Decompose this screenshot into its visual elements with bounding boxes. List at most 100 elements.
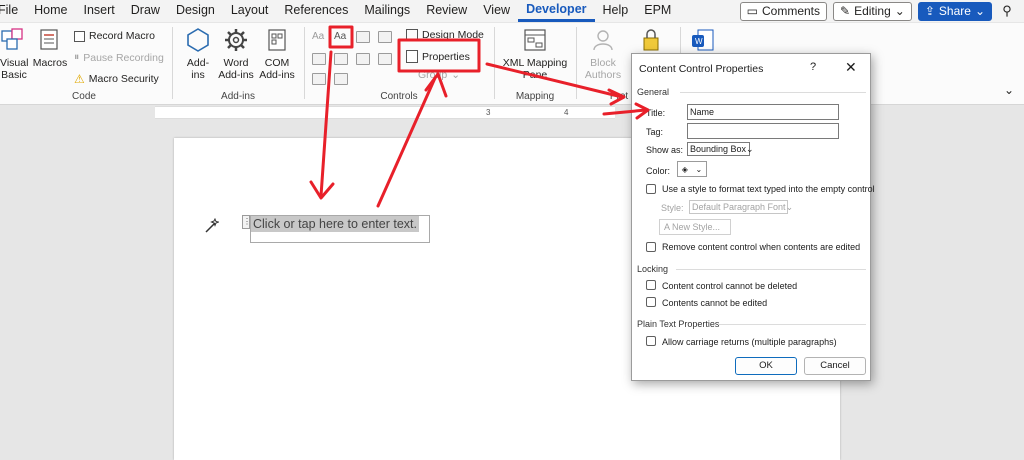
chevron-down-icon: ⌄: [695, 164, 703, 174]
close-icon[interactable]: ✕: [845, 59, 857, 76]
com-addins-label-1: COM: [264, 57, 290, 69]
record-macro-icon: [74, 30, 85, 42]
tab-home[interactable]: Home: [26, 0, 75, 22]
share-button[interactable]: ⇪ Share ⌄: [917, 1, 992, 21]
legacy-tools-icon[interactable]: [334, 73, 348, 85]
divider: [718, 324, 866, 325]
rich-text-control-icon[interactable]: Aa: [312, 31, 324, 42]
divider: [676, 269, 866, 270]
block-authors-button[interactable]: Block Authors: [580, 27, 626, 81]
color-label: Color:: [646, 166, 671, 176]
repeating-section-control-icon[interactable]: [312, 73, 326, 85]
new-style-label: New Style...: [672, 222, 721, 232]
visual-basic-button[interactable]: Visual Basic: [0, 27, 28, 81]
addins-label-2: ins: [191, 69, 205, 81]
use-style-label: Use a style to format text typed into th…: [662, 184, 875, 194]
tab-mailings[interactable]: Mailings: [356, 0, 418, 22]
xml-mapping-pane-button[interactable]: XML Mapping Pane: [500, 27, 570, 81]
show-as-select[interactable]: Bounding Box ⌄: [687, 142, 754, 156]
xml-mapping-label-1: XML Mapping: [502, 57, 568, 69]
addins-button[interactable]: Add- ins: [180, 27, 216, 81]
title-input[interactable]: Name: [687, 104, 839, 120]
building-block-control-icon[interactable]: [378, 31, 392, 43]
tag-input[interactable]: [687, 123, 839, 139]
ok-button[interactable]: OK: [735, 357, 797, 375]
visual-basic-icon: [1, 28, 23, 50]
tab-layout[interactable]: Layout: [223, 0, 277, 22]
tab-developer[interactable]: Developer: [518, 0, 595, 22]
style-label: Style:: [661, 203, 684, 213]
use-style-checkbox[interactable]: [646, 184, 656, 194]
design-mode-icon: [406, 29, 418, 41]
word-addins-label-2: Add-ins: [218, 69, 254, 81]
chevron-down-icon: ⌄: [785, 202, 794, 212]
tab-references[interactable]: References: [276, 0, 356, 22]
tab-design[interactable]: Design: [168, 0, 223, 22]
remove-cc-label: Remove content control when contents are…: [662, 242, 861, 252]
addins-icon: [187, 28, 209, 52]
macros-label: Macros: [32, 57, 68, 69]
style-value: Default Paragraph Font: [692, 202, 786, 212]
protect-group-label: Prot: [609, 91, 629, 102]
copilot-sparkle-icon[interactable]: [203, 218, 219, 234]
new-style-button[interactable]: A New Style...: [659, 219, 731, 235]
addins-group-label: Add-ins: [221, 91, 255, 102]
content-control[interactable]: ⋮ Click or tap here to enter text.: [242, 215, 430, 243]
section-general: General: [637, 87, 670, 97]
share-icon: ⇪: [924, 4, 935, 18]
macro-security-button[interactable]: ⚠ Macro Security: [74, 72, 159, 86]
comments-button[interactable]: ▭ Comments: [739, 1, 828, 21]
tab-review[interactable]: Review: [418, 0, 475, 22]
drag-handle-icon[interactable]: ⋮: [242, 215, 251, 229]
checkbox-control-icon[interactable]: [312, 53, 326, 65]
record-macro-button[interactable]: Record Macro: [74, 30, 155, 42]
pause-recording-label: Pause Recording: [83, 51, 164, 64]
cannot-delete-label: Content control cannot be deleted: [662, 281, 798, 291]
comments-label: Comments: [762, 4, 821, 18]
person-icon: [593, 30, 613, 51]
com-addins-icon: [268, 29, 286, 51]
dropdown-control-icon[interactable]: [356, 53, 370, 65]
color-picker-button[interactable]: ◈ ⌄: [677, 161, 707, 177]
style-select[interactable]: Default Paragraph Font ⌄: [689, 200, 793, 214]
tab-file[interactable]: File: [0, 0, 26, 22]
editing-button[interactable]: ✎ Editing ⌄: [833, 1, 912, 21]
ruler-margin: [0, 106, 155, 119]
block-authors-label-2: Authors: [584, 69, 622, 81]
picture-control-icon[interactable]: [356, 31, 370, 43]
group-separator: [172, 27, 173, 99]
help-icon[interactable]: ?: [810, 61, 816, 73]
cannot-delete-checkbox[interactable]: [646, 280, 656, 290]
chevron-down-icon: ⌄: [974, 4, 985, 18]
tab-draw[interactable]: Draw: [123, 0, 168, 22]
design-mode-button[interactable]: Design Mode: [406, 29, 484, 41]
properties-button[interactable]: Properties: [406, 50, 470, 63]
group-separator: [304, 27, 305, 99]
tab-insert[interactable]: Insert: [76, 0, 123, 22]
pause-recording-button[interactable]: ⏸ Pause Recording: [74, 51, 164, 64]
tab-epm[interactable]: EPM: [636, 0, 679, 22]
tab-view[interactable]: View: [475, 0, 518, 22]
chevron-down-icon[interactable]: ⌄: [1004, 83, 1014, 97]
person-icon[interactable]: ⚲: [998, 2, 1016, 20]
plain-text-control-icon[interactable]: Aa: [334, 31, 346, 42]
macros-icon: [40, 29, 58, 50]
comment-icon: ▭: [746, 4, 758, 18]
allow-returns-checkbox[interactable]: [646, 336, 656, 346]
new-style-icon: A: [664, 222, 670, 232]
content-control-placeholder[interactable]: Click or tap here to enter text.: [251, 216, 419, 232]
word-addins-button[interactable]: Word Add-ins: [216, 27, 256, 81]
tab-help[interactable]: Help: [595, 0, 637, 22]
code-group-label: Code: [72, 91, 96, 102]
remove-cc-checkbox[interactable]: [646, 242, 656, 252]
block-authors-label-1: Block: [590, 57, 616, 69]
cancel-button[interactable]: Cancel: [804, 357, 866, 375]
date-picker-control-icon[interactable]: [378, 53, 392, 65]
cannot-edit-checkbox[interactable]: [646, 297, 656, 307]
macros-button[interactable]: Macros: [32, 27, 68, 69]
group-button[interactable]: Group ⌄: [418, 69, 460, 81]
combo-box-control-icon[interactable]: [334, 53, 348, 65]
tag-label: Tag:: [646, 127, 664, 137]
com-addins-button[interactable]: COM Add-ins: [258, 27, 296, 81]
properties-label: Properties: [422, 50, 470, 63]
